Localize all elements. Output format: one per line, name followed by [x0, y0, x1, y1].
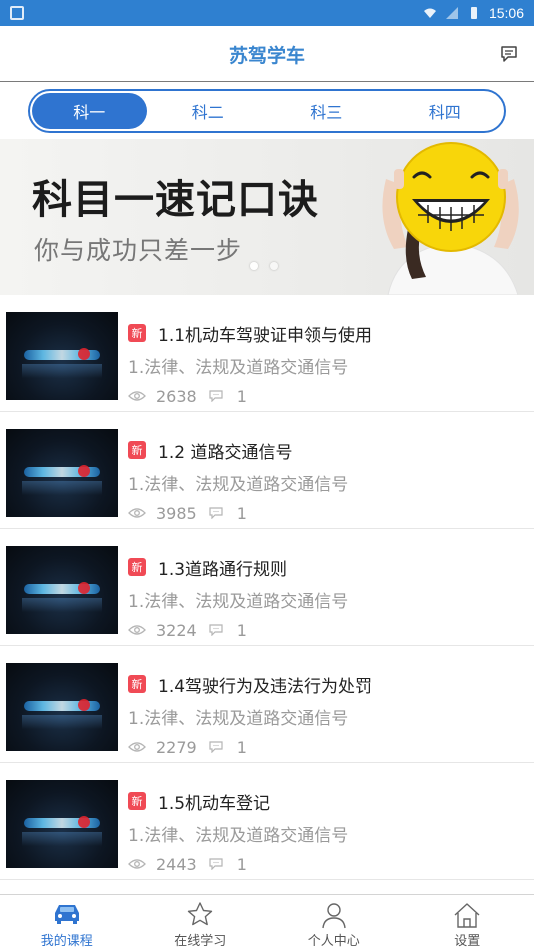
view-count: 2443 [156, 854, 197, 874]
battery-icon [470, 7, 477, 19]
car-icon [54, 905, 79, 924]
course-subtitle: 1.法律、法规及道路交通信号 [128, 592, 349, 612]
banner-pagination [250, 262, 284, 272]
tab-label: 个人中心 [307, 934, 360, 949]
course-subtitle: 1.法律、法规及道路交通信号 [128, 358, 349, 378]
course-thumbnail [6, 546, 118, 634]
course-stats: 2638 1 [128, 386, 247, 406]
view-count: 2638 [156, 386, 197, 406]
eye-icon [128, 625, 146, 635]
tab-subject-3[interactable]: 科三 [269, 93, 384, 129]
new-badge: 新 [128, 792, 146, 810]
course-thumbnail [6, 429, 118, 517]
tab-my-courses[interactable]: 我的课程 [0, 895, 134, 950]
new-badge: 新 [128, 324, 146, 342]
course-title: 1.3道路通行规则 [158, 560, 288, 580]
app-bar: 苏驾学车 [0, 26, 534, 82]
list-item[interactable]: 新 1.3道路通行规则 1.法律、法规及道路交通信号 3224 1 [0, 529, 534, 646]
pagination-dot [250, 262, 258, 270]
pagination-dot [270, 262, 278, 270]
comment-icon [209, 624, 223, 636]
tab-settings[interactable]: 设置 [401, 895, 534, 950]
banner-subtitle: 你与成功只差一步 [34, 236, 243, 265]
eye-icon [128, 508, 146, 518]
course-thumbnail [6, 780, 118, 868]
tab-subject-2[interactable]: 科二 [151, 93, 266, 129]
message-icon[interactable] [500, 45, 518, 63]
status-bar: 15:06 [0, 0, 534, 26]
view-count: 3224 [156, 620, 197, 640]
page-title: 苏驾学车 [228, 45, 305, 67]
notification-icon [10, 6, 24, 20]
course-stats: 3985 1 [128, 503, 247, 523]
list-item[interactable]: 新 1.4驾驶行为及违法行为处罚 1.法律、法规及道路交通信号 2279 1 [0, 646, 534, 763]
bottom-tab-bar: 我的课程 在线学习 个人中心 设置 [0, 894, 534, 950]
course-stats: 2279 1 [128, 737, 247, 757]
smiley-person-illustration [382, 142, 519, 295]
tab-subject-1[interactable]: 科一 [32, 93, 147, 129]
comment-count: 1 [236, 386, 247, 406]
comment-icon [209, 507, 223, 519]
eye-icon [128, 391, 146, 401]
course-subtitle: 1.法律、法规及道路交通信号 [128, 826, 349, 846]
course-title: 1.2 道路交通信号 [158, 443, 293, 463]
subject-tabs: 科一 科二 科三 科四 [28, 89, 506, 133]
course-title: 1.4驾驶行为及违法行为处罚 [158, 677, 373, 697]
eye-icon [128, 742, 146, 752]
new-badge: 新 [128, 558, 146, 576]
person-icon [322, 903, 346, 929]
tab-subject-4[interactable]: 科四 [388, 93, 503, 129]
course-list: 新 1.1机动车驾驶证申领与使用 1.法律、法规及道路交通信号 2638 1 新… [0, 295, 534, 880]
comment-icon [209, 390, 223, 402]
tab-online-learning[interactable]: 在线学习 [134, 895, 268, 950]
course-title: 1.1机动车驾驶证申领与使用 [158, 326, 373, 346]
comment-icon [209, 858, 223, 870]
comment-count: 1 [236, 737, 247, 757]
course-stats: 3224 1 [128, 620, 247, 640]
status-icons: 15:06 [423, 4, 524, 22]
course-thumbnail [6, 663, 118, 751]
course-thumbnail [6, 312, 118, 400]
course-subtitle: 1.法律、法规及道路交通信号 [128, 475, 349, 495]
list-item[interactable]: 新 1.1机动车驾驶证申领与使用 1.法律、法规及道路交通信号 2638 1 [0, 295, 534, 412]
home-icon [454, 903, 480, 928]
course-subtitle: 1.法律、法规及道路交通信号 [128, 709, 349, 729]
list-item[interactable]: 新 1.2 道路交通信号 1.法律、法规及道路交通信号 3985 1 [0, 412, 534, 529]
status-time: 15:06 [488, 5, 524, 21]
star-icon [188, 902, 213, 926]
new-badge: 新 [128, 441, 146, 459]
tab-label: 在线学习 [174, 934, 227, 949]
signal-icon [445, 7, 458, 19]
tab-label: 设置 [454, 934, 481, 949]
view-count: 2279 [156, 737, 197, 757]
banner-title: 科目一速记口诀 [32, 177, 319, 223]
new-badge: 新 [128, 675, 146, 693]
wifi-icon [423, 8, 436, 18]
tab-label: 我的课程 [40, 934, 93, 949]
comment-count: 1 [236, 854, 247, 874]
course-stats: 2443 1 [128, 854, 247, 874]
tab-profile[interactable]: 个人中心 [267, 895, 401, 950]
list-item[interactable]: 新 1.5机动车登记 1.法律、法规及道路交通信号 2443 1 [0, 763, 534, 880]
view-count: 3985 [156, 503, 197, 523]
eye-icon [128, 859, 146, 869]
comment-count: 1 [236, 620, 247, 640]
comment-icon [209, 741, 223, 753]
comment-count: 1 [236, 503, 247, 523]
course-title: 1.5机动车登记 [158, 794, 271, 814]
